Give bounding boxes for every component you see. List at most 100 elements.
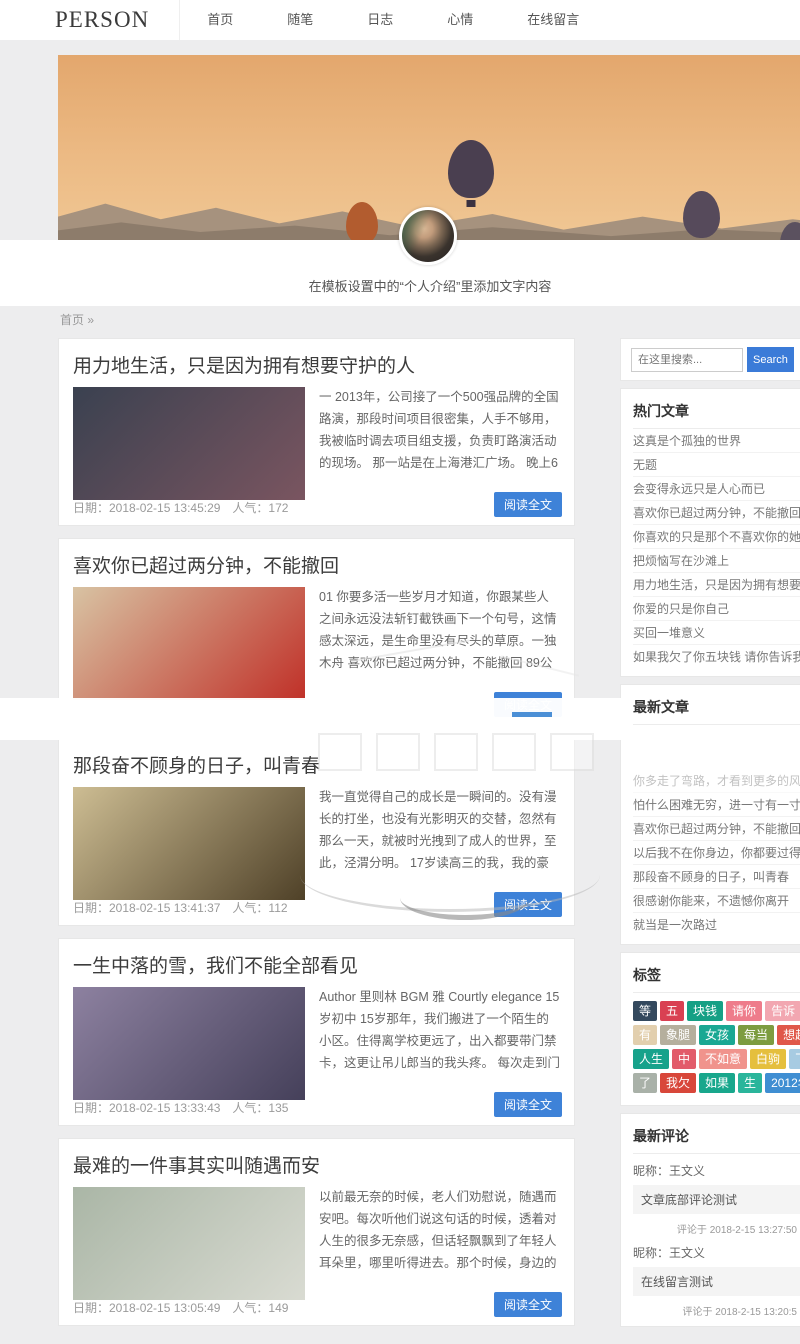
nav-item[interactable]: 首页 [180, 0, 260, 40]
tag-link[interactable]: 五 [660, 1001, 684, 1021]
tag-link[interactable]: 了 [633, 1073, 657, 1093]
sidebar: Search 热门文章 这真是个孤独的世界无题会变得永远只是人心而已喜欢你已超过… [620, 338, 800, 1334]
tag-link[interactable]: 告诉 [765, 1001, 800, 1021]
article-thumbnail[interactable] [73, 387, 305, 500]
comment-date: 评论于 2018-2-15 13:27:50 [633, 1221, 800, 1236]
main-nav: 首页随笔日志心情在线留言 [180, 0, 606, 40]
page: PERSON 首页随笔日志心情在线留言 在模板设置中的“个人介绍”里添加文字内容… [0, 0, 800, 1344]
article-title[interactable]: 喜欢你已超过两分钟，不能撤回 [73, 551, 560, 578]
hot-article-link[interactable]: 如果我欠了你五块钱 请你告诉我 [633, 645, 800, 668]
tag-link[interactable]: 不如意 [699, 1049, 747, 1069]
tags-panel: 标签 等五块钱请你告诉有象腿女孩每当想起人生中不如意白驹飞驰了我欠如果生2012… [620, 952, 800, 1106]
article-title[interactable]: 用力地生活，只是因为拥有想要守护的人 [73, 351, 560, 378]
hot-article-link[interactable]: 你喜欢的只是那个不喜欢你的她 [633, 525, 800, 549]
tag-link[interactable]: 象腿 [660, 1025, 696, 1045]
article-meta: 日期：2018-02-15 13:45:29 人气：172 [73, 499, 288, 516]
tag-link[interactable]: 块钱 [687, 1001, 723, 1021]
latest-article-link[interactable]: 你多走了弯路，才看到更多的风景 [633, 769, 800, 793]
panel-title-tags: 标签 [633, 961, 800, 993]
latest-comments-panel: 最新评论 昵称：王文义 文章底部评论测试 评论于 2018-2-15 13:27… [620, 1113, 800, 1327]
comment-item: 昵称：王文义 文章底部评论测试 评论于 2018-2-15 13:27:50 [633, 1162, 800, 1236]
breadcrumb: 首页 » [60, 311, 94, 328]
hot-article-link[interactable]: 会变得永远只是人心而已 [633, 477, 800, 501]
tag-link[interactable]: 人生 [633, 1049, 669, 1069]
read-more-button[interactable]: 阅读全文 [494, 1292, 562, 1317]
comments-list: 昵称：王文义 文章底部评论测试 评论于 2018-2-15 13:27:50 昵… [633, 1162, 800, 1318]
avatar[interactable] [399, 207, 457, 265]
article-list: 用力地生活，只是因为拥有想要守护的人 一 2013年，公司接了一个500强品牌的… [58, 338, 575, 1338]
tag-link[interactable]: 白驹 [750, 1049, 786, 1069]
hot-article-link[interactable]: 你爱的只是你自己 [633, 597, 800, 621]
site-header: PERSON 首页随笔日志心情在线留言 [0, 0, 800, 40]
article-card: 用力地生活，只是因为拥有想要守护的人 一 2013年，公司接了一个500强品牌的… [58, 338, 575, 526]
tag-link[interactable]: 2012年 [765, 1073, 800, 1093]
article-thumbnail[interactable] [73, 987, 305, 1100]
search-box: Search [620, 338, 800, 381]
tag-link[interactable]: 飞驰 [789, 1049, 800, 1069]
search-button[interactable]: Search [747, 347, 794, 372]
article-thumbnail[interactable] [73, 1187, 305, 1300]
hot-article-link[interactable]: 这真是个孤独的世界 [633, 429, 800, 453]
breadcrumb-separator: » [87, 313, 94, 327]
site-logo[interactable]: PERSON [55, 0, 180, 40]
nav-item[interactable]: 随笔 [260, 0, 340, 40]
tag-link[interactable]: 女孩 [699, 1025, 735, 1045]
content: 用力地生活，只是因为拥有想要守护的人 一 2013年，公司接了一个500强品牌的… [58, 338, 800, 1338]
comment-author: 昵称：王文义 [633, 1162, 800, 1179]
panel-title-latest: 最新文章 [633, 693, 800, 725]
tag-link[interactable]: 想起 [777, 1025, 800, 1045]
hot-air-balloon-icon [448, 140, 494, 198]
hot-articles-list: 这真是个孤独的世界无题会变得永远只是人心而已喜欢你已超过两分钟，不能撤回你喜欢的… [633, 429, 800, 668]
tag-cloud: 等五块钱请你告诉有象腿女孩每当想起人生中不如意白驹飞驰了我欠如果生2012年 [633, 993, 800, 1097]
article-thumbnail[interactable] [73, 787, 305, 900]
latest-article-link[interactable]: 就当是一次路过 [633, 913, 800, 936]
tag-link[interactable]: 我欠 [660, 1073, 696, 1093]
article-excerpt: 以前最无奈的时候，老人们劝慰说，随遇而安吧。每次听他们说这句话的时候，透着对人生… [319, 1187, 560, 1277]
comment-text: 文章底部评论测试 [633, 1185, 800, 1214]
article-title[interactable]: 那段奋不顾身的日子，叫青春 [73, 751, 560, 778]
tag-link[interactable]: 如果 [699, 1073, 735, 1093]
tag-link[interactable]: 请你 [726, 1001, 762, 1021]
latest-article-link[interactable]: 很感谢你能来，不遗憾你离开 [633, 889, 800, 913]
latest-article-link[interactable]: 喜欢你已超过两分钟，不能撤回 [633, 817, 800, 841]
tag-link[interactable]: 每当 [738, 1025, 774, 1045]
article-thumbnail[interactable] [73, 587, 305, 700]
hot-article-link[interactable]: 把烦恼写在沙滩上 [633, 549, 800, 573]
latest-article-link[interactable]: 怕什么困难无穷，进一寸有一寸的欢 [633, 793, 800, 817]
article-meta: 日期：2018-02-15 13:33:43 人气：135 [73, 1099, 288, 1116]
breadcrumb-home[interactable]: 首页 [60, 313, 84, 327]
search-input[interactable] [631, 348, 743, 372]
article-meta: 日期：2018-02-15 13:41:37 人气：112 [73, 899, 288, 916]
hot-air-balloon-icon [346, 202, 378, 240]
panel-title-comments: 最新评论 [633, 1122, 800, 1154]
comment-text: 在线留言测试 [633, 1267, 800, 1296]
tag-link[interactable]: 生 [738, 1073, 762, 1093]
nav-item[interactable]: 在线留言 [500, 0, 606, 40]
read-more-button[interactable]: 阅读全文 [494, 1092, 562, 1117]
latest-articles-list: 你多走了弯路，才看到更多的风景怕什么困难无穷，进一寸有一寸的欢喜欢你已超过两分钟… [633, 769, 800, 936]
article-meta: 日期：2018-02-15 13:05:49 人气：149 [73, 1299, 288, 1316]
hot-article-link[interactable]: 喜欢你已超过两分钟，不能撤回 [633, 501, 800, 525]
article-card: 一生中落的雪，我们不能全部看见 Author 里则林 BGM 雅 Courtly… [58, 938, 575, 1126]
comment-author: 昵称：王文义 [633, 1244, 800, 1261]
article-title[interactable]: 一生中落的雪，我们不能全部看见 [73, 951, 560, 978]
article-excerpt: 一 2013年，公司接了一个500强品牌的全国路演，那段时间项目很密集，人手不够… [319, 387, 560, 477]
latest-article-link[interactable]: 以后我不在你身边，你都要过得好好 [633, 841, 800, 865]
hot-article-link[interactable]: 无题 [633, 453, 800, 477]
nav-item[interactable]: 日志 [340, 0, 420, 40]
latest-articles-panel: 最新文章 你多走了弯路，才看到更多的风景怕什么困难无穷，进一寸有一寸的欢喜欢你已… [620, 684, 800, 945]
tag-link[interactable]: 中 [672, 1049, 696, 1069]
article-excerpt: 我一直觉得自己的成长是一瞬间的。没有漫长的打坐，也没有光影明灭的交替，忽然有那么… [319, 787, 560, 877]
read-more-button[interactable]: 阅读全文 [494, 492, 562, 517]
tag-link[interactable]: 有 [633, 1025, 657, 1045]
hot-article-link[interactable]: 买回一堆意义 [633, 621, 800, 645]
hot-article-link[interactable]: 用力地生活，只是因为拥有想要守护 [633, 573, 800, 597]
hot-articles-panel: 热门文章 这真是个孤独的世界无题会变得永远只是人心而已喜欢你已超过两分钟，不能撤… [620, 388, 800, 677]
tag-link[interactable]: 等 [633, 1001, 657, 1021]
read-more-button[interactable]: 阅读全文 [494, 892, 562, 917]
article-excerpt: 01 你要多活一些岁月才知道，你跟某些人之间永远没法斩钉截铁画下一个句号，这情感… [319, 587, 560, 677]
read-more-button[interactable]: 阅读全文 [494, 692, 562, 717]
nav-item[interactable]: 心情 [420, 0, 500, 40]
article-title[interactable]: 最难的一件事其实叫随遇而安 [73, 1151, 560, 1178]
latest-article-link[interactable]: 那段奋不顾身的日子，叫青春 [633, 865, 800, 889]
